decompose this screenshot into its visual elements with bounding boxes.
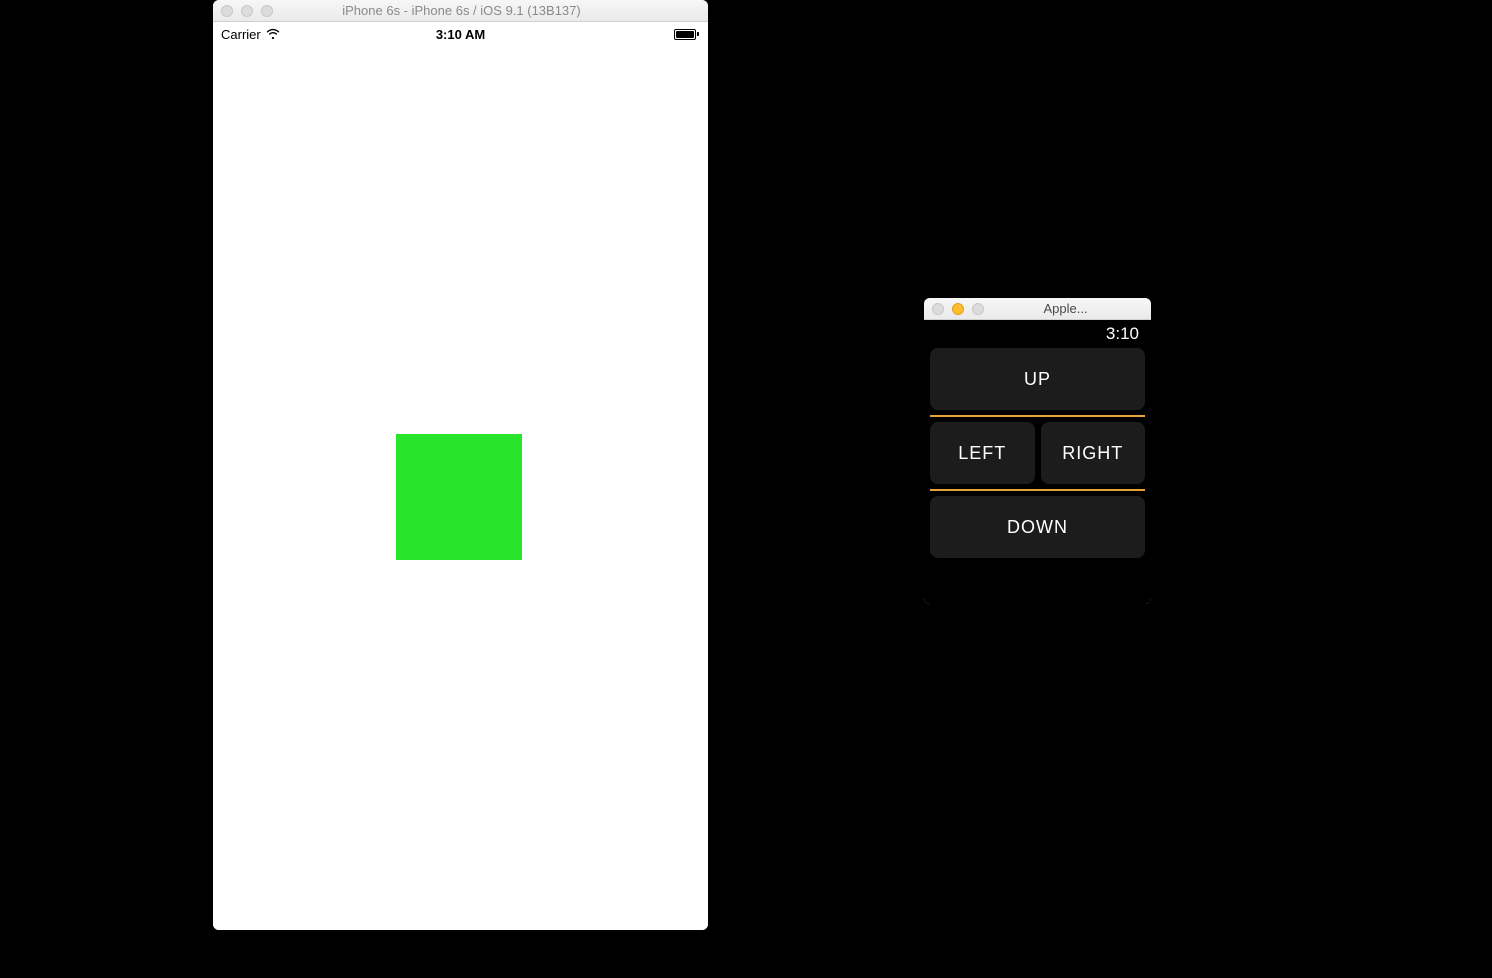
- watch-screen[interactable]: 3:10 UP LEFT RIGHT DOWN: [924, 320, 1151, 604]
- iphone-window-titlebar[interactable]: iPhone 6s - iPhone 6s / iOS 9.1 (13B137): [213, 0, 708, 22]
- traffic-lights: [932, 303, 984, 315]
- right-button[interactable]: RIGHT: [1041, 422, 1146, 484]
- close-window-button[interactable]: [932, 303, 944, 315]
- green-square: [396, 434, 522, 560]
- left-button[interactable]: LEFT: [930, 422, 1035, 484]
- iphone-screen[interactable]: Carrier 3:10 AM: [213, 22, 708, 930]
- battery-full-icon: [674, 28, 700, 40]
- watch-simulator-window: Apple... 3:10 UP LEFT RIGHT DOWN: [924, 298, 1151, 604]
- up-button[interactable]: UP: [930, 348, 1145, 410]
- watch-window-titlebar[interactable]: Apple...: [924, 298, 1151, 320]
- wifi-icon: [266, 27, 280, 42]
- minimize-window-button[interactable]: [952, 303, 964, 315]
- watch-statusbar: 3:10: [930, 320, 1145, 348]
- down-button[interactable]: DOWN: [930, 496, 1145, 558]
- middle-button-row: LEFT RIGHT: [930, 422, 1145, 484]
- divider-icon: [930, 415, 1145, 417]
- ios-clock: 3:10 AM: [436, 27, 485, 42]
- carrier-group: Carrier: [221, 27, 280, 42]
- watch-clock: 3:10: [1106, 324, 1139, 344]
- iphone-simulator-window: iPhone 6s - iPhone 6s / iOS 9.1 (13B137)…: [213, 0, 708, 930]
- carrier-label: Carrier: [221, 27, 261, 42]
- watch-window-title: Apple...: [988, 301, 1143, 316]
- zoom-window-button[interactable]: [972, 303, 984, 315]
- divider-icon: [930, 489, 1145, 491]
- ios-statusbar: Carrier 3:10 AM: [213, 22, 708, 46]
- iphone-window-title: iPhone 6s - iPhone 6s / iOS 9.1 (13B137): [223, 3, 700, 18]
